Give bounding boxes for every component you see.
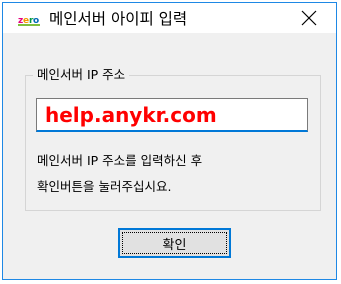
instruction-line-2: 확인버튼을 눌러주십시요. <box>37 179 172 194</box>
close-button[interactable] <box>286 3 332 33</box>
instruction-line-1: 메인서버 IP 주소를 입력하신 후 <box>37 153 203 168</box>
dialog-window: z e r o 메인서버 아이피 입력 메인서버 IP 주소 help.anyk… <box>2 2 337 280</box>
groupbox-title: 메인서버 IP 주소 <box>33 67 130 83</box>
ok-button[interactable]: 확인 <box>118 228 231 258</box>
server-address-input[interactable]: help.anykr.com <box>36 98 308 132</box>
window-title: 메인서버 아이피 입력 <box>49 10 188 28</box>
zeroboard-logo-icon: z e r o <box>18 12 40 28</box>
focus-ring <box>122 232 227 254</box>
title-bar[interactable]: z e r o 메인서버 아이피 입력 <box>3 3 336 33</box>
close-icon <box>301 10 317 26</box>
instruction-text: 메인서버 IP 주소를 입력하신 후 확인버튼을 눌러주십시요. <box>37 148 202 200</box>
